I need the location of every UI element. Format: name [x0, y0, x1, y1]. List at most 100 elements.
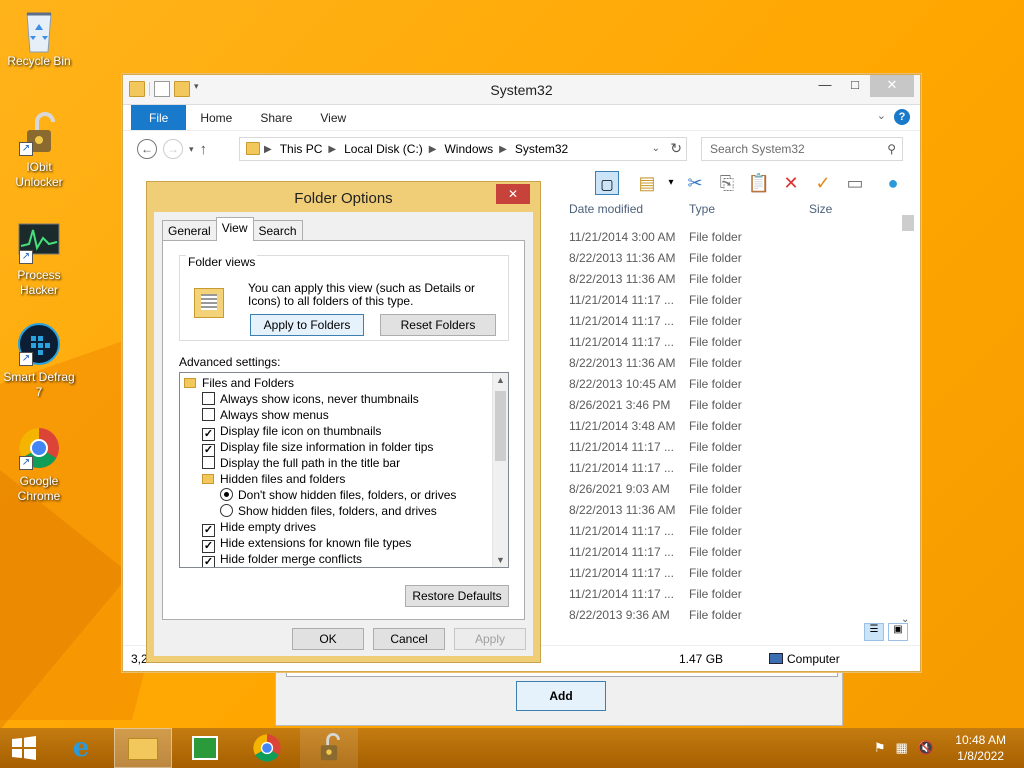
- checkbox[interactable]: [202, 408, 215, 421]
- breadcrumb-this-pc[interactable]: This PC: [280, 142, 323, 156]
- tab-view[interactable]: View: [215, 217, 254, 241]
- preview-pane-icon[interactable]: ▢: [595, 171, 619, 195]
- checkbox[interactable]: ✓: [202, 556, 215, 567]
- reset-folders-button[interactable]: Reset Folders: [380, 314, 496, 336]
- column-date-modified[interactable]: Date modified: [569, 202, 643, 216]
- setting-item[interactable]: ✓ Hide extensions for known file types: [202, 535, 411, 553]
- add-button[interactable]: Add: [516, 681, 606, 711]
- desktop-icon-smart-defrag[interactable]: ↗ Smart Defrag 7: [2, 322, 76, 400]
- breadcrumb-windows[interactable]: Windows: [444, 142, 493, 156]
- cancel-button[interactable]: Cancel: [373, 628, 445, 650]
- table-row[interactable]: 8/22/2013 11:36 AM File folder: [561, 269, 901, 290]
- tab-share[interactable]: Share: [246, 105, 306, 130]
- tree-scrollbar[interactable]: ▲ ▼: [492, 373, 508, 567]
- minimize-button[interactable]: —: [810, 75, 840, 97]
- setting-item[interactable]: Always show menus: [202, 407, 329, 423]
- dialog-close-button[interactable]: ✕: [496, 184, 530, 204]
- table-row[interactable]: 11/21/2014 3:48 AM File folder: [561, 416, 901, 437]
- radio-button[interactable]: [220, 488, 233, 501]
- cut-icon[interactable]: ✂: [683, 171, 707, 195]
- toolbar-dropdown-icon[interactable]: ▾: [659, 171, 683, 195]
- breadcrumb-local-disk[interactable]: Local Disk (C:): [344, 142, 423, 156]
- setting-item[interactable]: Always show icons, never thumbnails: [202, 391, 419, 407]
- table-row[interactable]: 11/21/2014 11:17 ... File folder: [561, 563, 901, 584]
- address-bar[interactable]: ▶ This PC ▶ Local Disk (C:) ▶ Windows ▶ …: [239, 137, 687, 161]
- table-row[interactable]: 11/21/2014 11:17 ... File folder: [561, 458, 901, 479]
- large-icons-view-icon[interactable]: ▣: [888, 623, 908, 641]
- table-row[interactable]: 8/22/2013 9:36 AM File folder: [561, 605, 901, 626]
- globe-icon[interactable]: ●: [881, 171, 905, 195]
- tab-home[interactable]: Home: [186, 105, 246, 130]
- table-row[interactable]: 11/21/2014 3:00 AM File folder: [561, 227, 901, 248]
- table-row[interactable]: 11/21/2014 11:17 ... File folder: [561, 290, 901, 311]
- checkbox[interactable]: [202, 456, 215, 469]
- tab-view[interactable]: View: [306, 105, 360, 130]
- table-row[interactable]: 8/22/2013 10:45 AM File folder: [561, 374, 901, 395]
- table-row[interactable]: 11/21/2014 11:17 ... File folder: [561, 332, 901, 353]
- taskbar-store[interactable]: [176, 728, 234, 768]
- setting-item[interactable]: ✓ Display file icon on thumbnails: [202, 423, 381, 441]
- taskbar-internet-explorer[interactable]: e: [52, 728, 110, 768]
- scrollbar-thumb[interactable]: [495, 391, 506, 461]
- search-input[interactable]: Search System32 ⚲: [701, 137, 903, 161]
- details-view-icon[interactable]: ☰: [864, 623, 884, 641]
- clock[interactable]: 10:48 AM 1/8/2022: [955, 732, 1006, 764]
- scroll-up-icon[interactable]: ▲: [496, 375, 505, 385]
- up-button[interactable]: ↑: [200, 141, 208, 158]
- rename-icon[interactable]: ▭: [843, 171, 867, 195]
- setting-item[interactable]: ✓ Display file size information in folder…: [202, 439, 433, 457]
- table-row[interactable]: 8/26/2021 9:03 AM File folder: [561, 479, 901, 500]
- close-button[interactable]: ✕: [870, 75, 914, 97]
- copy-icon[interactable]: ⎘: [715, 171, 739, 195]
- taskbar-chrome[interactable]: [238, 728, 296, 768]
- desktop-icon-iobit-unlocker[interactable]: ↗ IObit Unlocker: [2, 112, 76, 190]
- table-row[interactable]: 11/21/2014 11:17 ... File folder: [561, 311, 901, 332]
- table-row[interactable]: 8/22/2013 11:36 AM File folder: [561, 353, 901, 374]
- file-list-scrollbar[interactable]: ⌄: [900, 213, 914, 625]
- column-type[interactable]: Type: [689, 202, 715, 216]
- tab-file[interactable]: File: [131, 105, 187, 130]
- taskbar-file-explorer[interactable]: [114, 728, 172, 768]
- scrollbar-thumb[interactable]: [902, 215, 914, 231]
- action-center-flag-icon[interactable]: ⚑: [874, 740, 886, 756]
- maximize-button[interactable]: □: [840, 75, 870, 97]
- expand-ribbon-icon[interactable]: ⌄: [877, 109, 886, 122]
- checkmark-icon[interactable]: ✓: [811, 171, 835, 195]
- apply-to-folders-button[interactable]: Apply to Folders: [250, 314, 364, 336]
- desktop-icon-recycle-bin[interactable]: Recycle Bin: [2, 6, 76, 69]
- paste-icon[interactable]: 📋: [747, 171, 771, 195]
- address-dropdown-icon[interactable]: ⌄: [652, 143, 660, 154]
- scroll-down-icon[interactable]: ▼: [496, 555, 505, 565]
- start-button[interactable]: [0, 728, 48, 768]
- desktop-icon-google-chrome[interactable]: ↗ Google Chrome: [2, 426, 76, 504]
- checkbox[interactable]: [202, 392, 215, 405]
- apply-button[interactable]: Apply: [454, 628, 526, 650]
- table-row[interactable]: 11/21/2014 11:17 ... File folder: [561, 521, 901, 542]
- setting-item[interactable]: ✓ Hide empty drives: [202, 519, 316, 537]
- table-row[interactable]: 8/22/2013 11:36 AM File folder: [561, 248, 901, 269]
- table-row[interactable]: 11/21/2014 11:17 ... File folder: [561, 584, 901, 605]
- ok-button[interactable]: OK: [292, 628, 364, 650]
- setting-item[interactable]: Show hidden files, folders, and drives: [220, 503, 437, 519]
- setting-item[interactable]: ✓ Hide folder merge conflicts: [202, 551, 362, 567]
- help-icon[interactable]: ?: [894, 109, 910, 125]
- table-row[interactable]: 11/21/2014 11:17 ... File folder: [561, 542, 901, 563]
- back-button[interactable]: ←: [137, 139, 157, 159]
- setting-item[interactable]: Display the full path in the title bar: [202, 455, 400, 471]
- refresh-icon[interactable]: ↻: [670, 140, 682, 157]
- radio-button[interactable]: [220, 504, 233, 517]
- forward-button[interactable]: →: [163, 139, 183, 159]
- delete-icon[interactable]: ✕: [779, 171, 803, 195]
- volume-muted-icon[interactable]: 🔇: [918, 740, 934, 756]
- restore-defaults-button[interactable]: Restore Defaults: [405, 585, 509, 607]
- column-size[interactable]: Size: [809, 202, 832, 216]
- table-row[interactable]: 8/26/2021 3:46 PM File folder: [561, 395, 901, 416]
- desktop-icon-process-hacker[interactable]: ↗ Process Hacker: [2, 220, 76, 298]
- network-icon[interactable]: ▦: [896, 740, 908, 756]
- taskbar-iobit-unlocker[interactable]: [300, 728, 358, 768]
- table-row[interactable]: 11/21/2014 11:17 ... File folder: [561, 437, 901, 458]
- table-row[interactable]: 8/22/2013 11:36 AM File folder: [561, 500, 901, 521]
- recent-locations-icon[interactable]: ▾: [189, 144, 194, 155]
- breadcrumb-system32[interactable]: System32: [515, 142, 568, 156]
- setting-item[interactable]: Don't show hidden files, folders, or dri…: [220, 487, 456, 503]
